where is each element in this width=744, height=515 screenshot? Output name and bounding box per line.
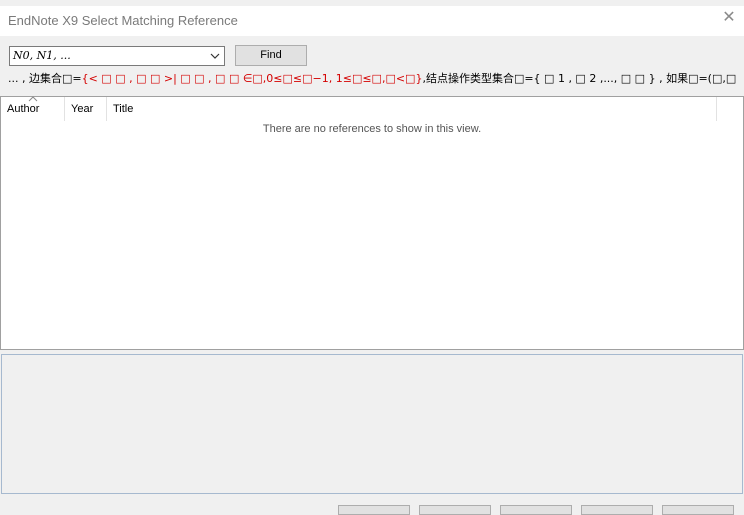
dialog-button-1[interactable] (338, 505, 410, 515)
empty-list-message: There are no references to show in this … (262, 123, 482, 135)
reference-preview-pane (1, 354, 743, 494)
dialog-button-4[interactable] (581, 505, 653, 515)
window-title: EndNote X9 Select Matching Reference (8, 13, 238, 28)
formula-suffix: ,结点操作类型集合□={ □ 1 , □ 2 ,..., □ □ } , 如果□… (422, 72, 737, 85)
formula-prefix: ... , 边集合□= (8, 72, 82, 85)
column-year-label: Year (71, 103, 94, 115)
column-title[interactable]: Title (107, 97, 717, 121)
dialog-button-3[interactable] (500, 505, 572, 515)
search-combo-value: N0, N1, ... (13, 49, 71, 62)
column-author[interactable]: Author (1, 96, 65, 121)
column-year[interactable]: Year (65, 97, 107, 121)
reference-formula-text: ... , 边集合□={< □ □ , □ □ >| □ □ , □ □ ∈□,… (8, 71, 742, 87)
reference-list-header: Author Year Title (1, 96, 743, 121)
column-title-label: Title (113, 103, 134, 115)
find-button[interactable]: Find (235, 45, 307, 66)
reference-list[interactable]: Author Year Title There are no reference… (0, 96, 744, 350)
dialog-button-2[interactable] (419, 505, 491, 515)
title-bar: EndNote X9 Select Matching Reference ✕ (0, 6, 744, 36)
search-combo-box[interactable]: N0, N1, ... (9, 46, 225, 66)
sort-ascending-icon (28, 96, 38, 102)
formula-red-segment: {< □ □ , □ □ >| □ □ , □ □ ∈□,0≤□≤□−1, 1≤… (81, 72, 423, 85)
close-icon[interactable]: ✕ (722, 9, 736, 25)
chevron-down-icon[interactable] (209, 50, 221, 62)
dialog-button-5[interactable] (662, 505, 734, 515)
column-author-label: Author (7, 103, 40, 115)
